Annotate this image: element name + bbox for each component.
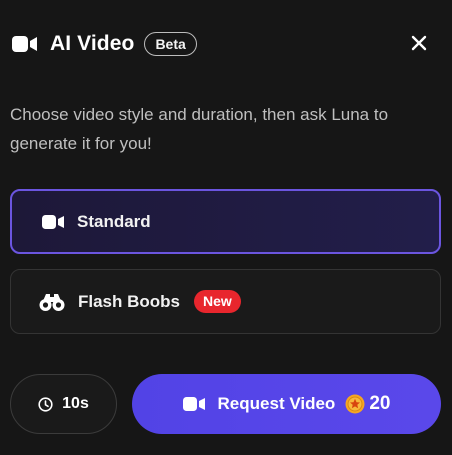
option-label: Flash Boobs (78, 291, 181, 311)
description-text: Choose video style and duration, then as… (10, 105, 389, 153)
header: AI Video Beta (12, 28, 440, 60)
duration-label: 10s (62, 395, 89, 412)
video-camera-icon (182, 396, 206, 412)
style-option-flash-boobs[interactable]: Flash Boobs New (10, 269, 441, 334)
request-video-label: Request Video (217, 394, 336, 413)
video-camera-icon (42, 214, 65, 230)
beta-badge: Beta (144, 32, 197, 56)
duration-button[interactable]: 10s (10, 374, 117, 434)
coin-icon (345, 394, 365, 414)
new-badge: New (194, 290, 241, 313)
request-video-button[interactable]: Request Video 20 (132, 374, 441, 434)
clock-icon (38, 396, 53, 412)
cost-label: 20 (369, 393, 391, 414)
close-button[interactable] (406, 30, 432, 56)
video-camera-icon (12, 35, 38, 53)
option-label: Standard (77, 211, 151, 231)
close-icon (411, 35, 427, 51)
page-title: AI Video (50, 32, 135, 55)
style-option-standard[interactable]: Standard (10, 189, 441, 254)
binoculars-icon (38, 292, 66, 312)
